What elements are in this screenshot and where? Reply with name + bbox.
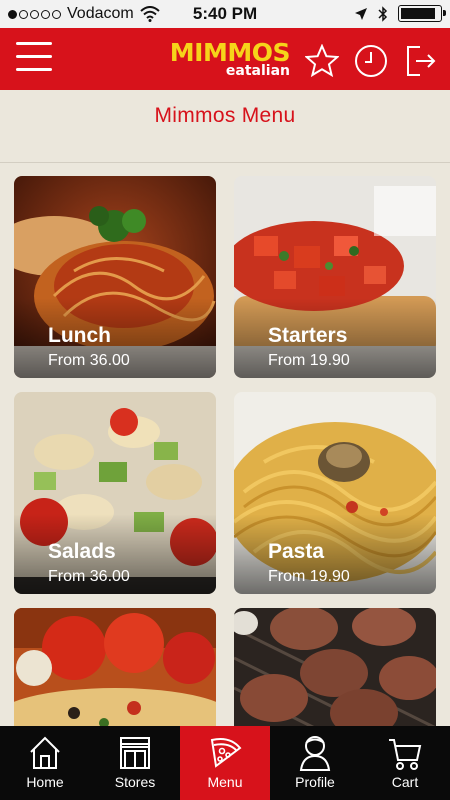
category-name: Starters bbox=[268, 324, 348, 347]
favorites-star-icon[interactable] bbox=[305, 44, 339, 78]
menu-category-card-salads[interactable]: Salads From 36.00 bbox=[14, 392, 216, 594]
tab-menu[interactable]: Menu bbox=[180, 726, 270, 800]
category-price: From 36.00 bbox=[48, 352, 130, 369]
pizza-slice-icon bbox=[210, 738, 242, 768]
category-price: From 19.90 bbox=[268, 352, 350, 369]
tab-profile[interactable]: Profile bbox=[270, 726, 360, 800]
mimmos-logo: MIMMOS eatalian bbox=[169, 38, 291, 79]
hamburger-menu-button[interactable] bbox=[16, 42, 52, 76]
bluetooth-icon bbox=[378, 5, 388, 22]
tab-home[interactable]: Home bbox=[0, 726, 90, 800]
cart-icon bbox=[389, 739, 422, 770]
menu-category-card-starters[interactable]: Starters From 19.90 bbox=[234, 176, 436, 378]
house-icon bbox=[30, 736, 60, 769]
category-name: Salads bbox=[48, 540, 116, 563]
tab-cart[interactable]: Cart bbox=[360, 726, 450, 800]
status-bar: Vodacom 5:40 PM bbox=[0, 0, 450, 28]
category-price: From 19.90 bbox=[268, 568, 350, 585]
menu-category-card-lunch[interactable]: Lunch From 36.00 bbox=[14, 176, 216, 378]
storefront-icon bbox=[120, 737, 150, 769]
category-name: Pasta bbox=[268, 540, 325, 563]
app-header: MIMMOS eatalian bbox=[0, 28, 450, 90]
location-arrow-icon bbox=[355, 7, 367, 20]
category-name: Lunch bbox=[48, 324, 111, 347]
logout-icon[interactable] bbox=[404, 44, 438, 78]
category-price: From 36.00 bbox=[48, 568, 130, 585]
person-icon bbox=[299, 736, 331, 771]
order-history-clock-icon[interactable] bbox=[354, 44, 388, 78]
bottom-tab-bar: Home Stores Menu Profile Cart bbox=[0, 726, 450, 800]
tab-stores[interactable]: Stores bbox=[90, 726, 180, 800]
page-title: Mimmos Menu bbox=[154, 104, 296, 127]
menu-category-card-pasta[interactable]: Pasta From 19.90 bbox=[234, 392, 436, 594]
divider bbox=[0, 162, 450, 163]
battery-icon bbox=[398, 5, 446, 22]
